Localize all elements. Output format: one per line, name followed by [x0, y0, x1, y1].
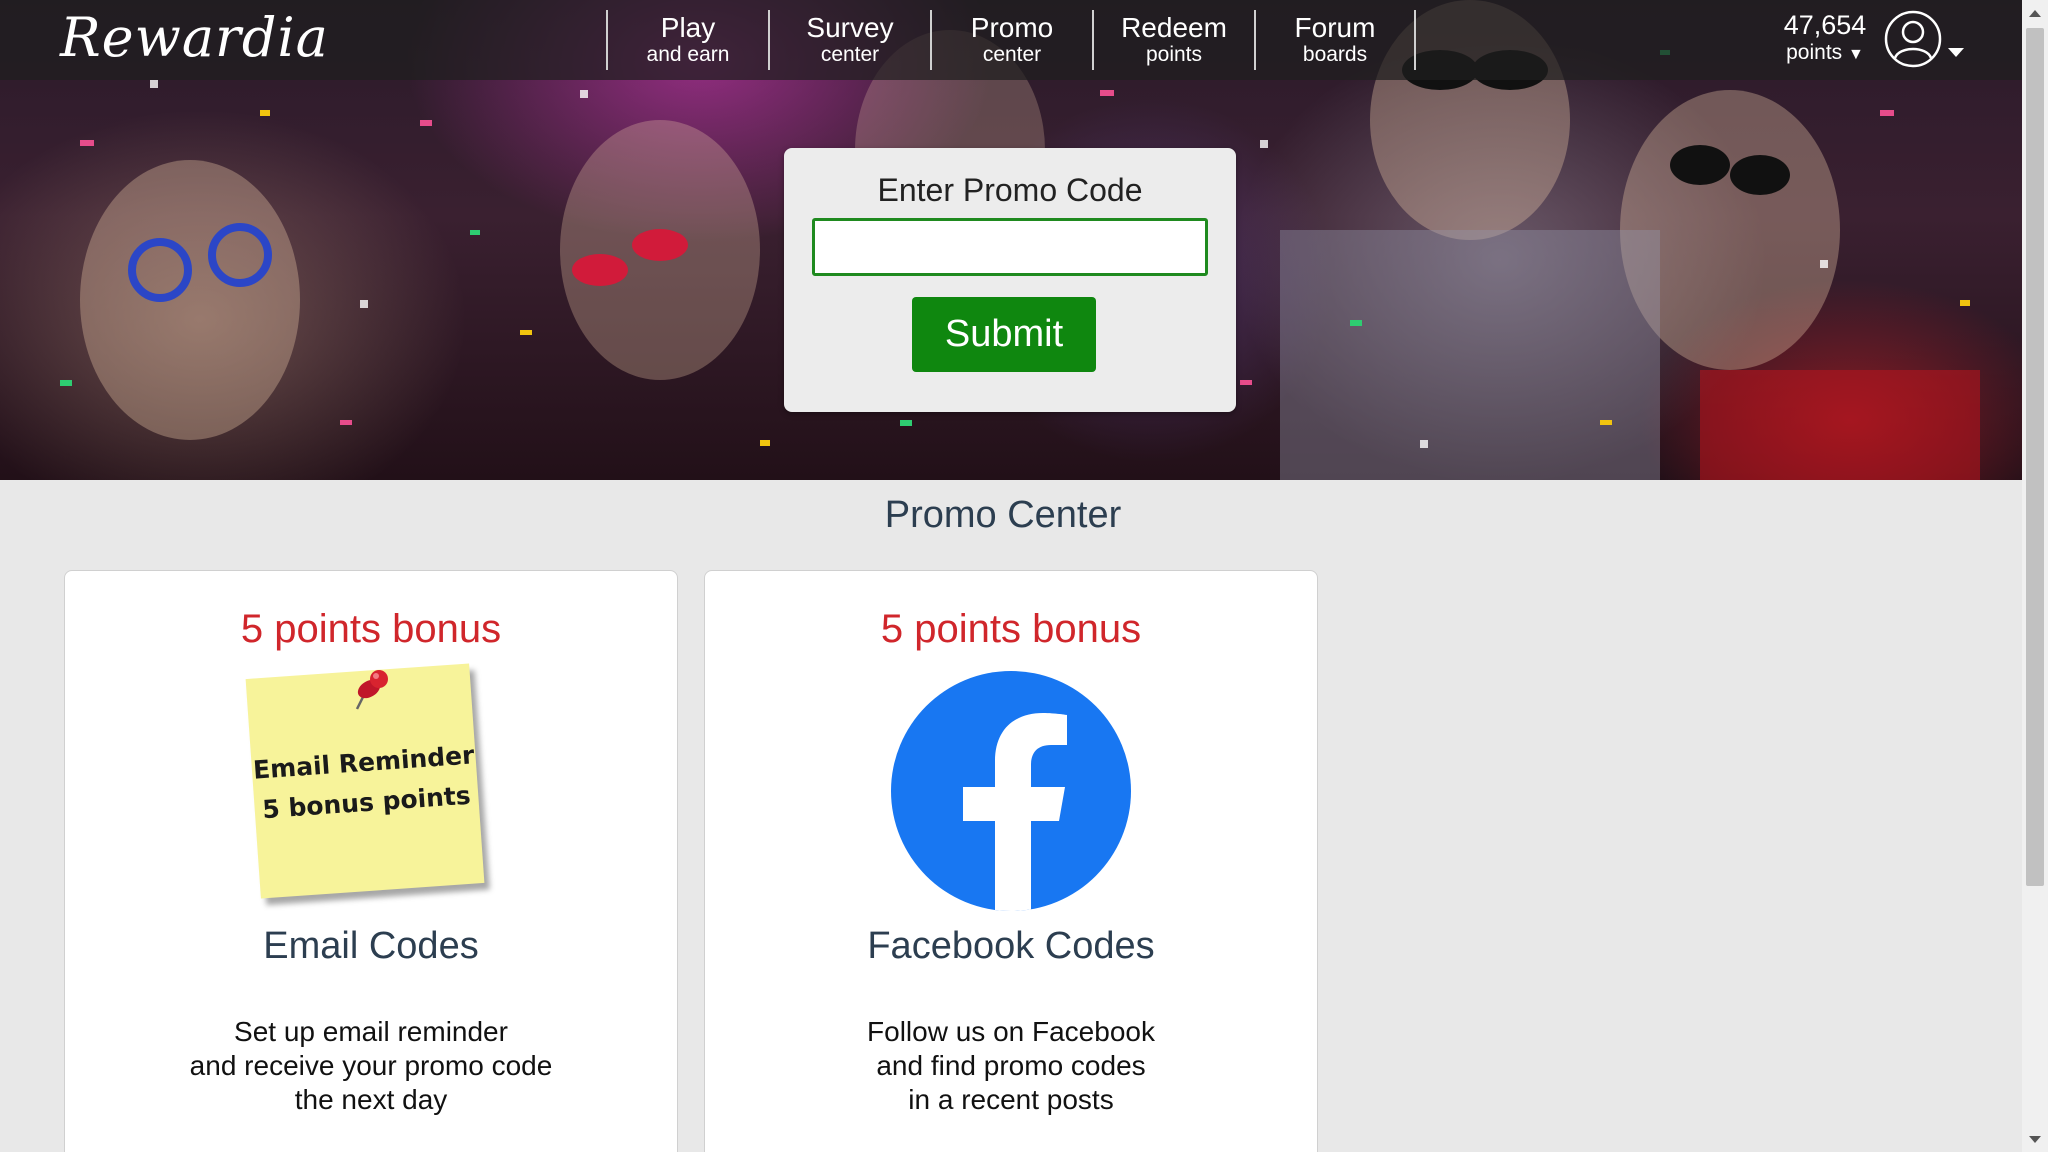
scroll-down-arrow-icon[interactable]: [2029, 1136, 2041, 1143]
scroll-up-arrow-icon[interactable]: [2029, 10, 2041, 17]
email-codes-card[interactable]: 5 points bonus Email Reminder 5 bonus po…: [64, 570, 678, 1152]
main-nav: Play and earn Survey center Promo center…: [606, 10, 1416, 70]
bonus-label: 5 points bonus: [240, 607, 502, 651]
nav-forum[interactable]: Forum boards: [1254, 10, 1416, 70]
nav-survey-label: Survey: [806, 12, 894, 43]
nav-survey-sublabel: center: [820, 43, 880, 66]
top-nav-bar: Rewardia Play and earn Survey center Pro…: [0, 0, 2022, 80]
promo-code-title: Enter Promo Code: [877, 172, 1143, 208]
points-label: points: [1786, 41, 1843, 64]
nav-redeem-sublabel: points: [1145, 43, 1203, 66]
card-title: Email Codes: [263, 925, 479, 967]
user-circle-icon[interactable]: [1884, 10, 1942, 68]
page-title: Promo Center: [884, 494, 1122, 536]
desc-line-3: in a recent posts: [908, 1084, 1114, 1115]
desc-line-2: and receive your promo code: [189, 1050, 553, 1081]
nav-forum-sublabel: boards: [1302, 43, 1368, 66]
nav-play-label: Play: [660, 12, 716, 43]
nav-forum-label: Forum: [1294, 12, 1376, 43]
facebook-logo-icon: [891, 671, 1131, 911]
card-description: Set up email reminder and receive your p…: [65, 1015, 677, 1117]
desc-line-1: Set up email reminder: [234, 1016, 508, 1047]
nav-promo-label: Promo: [970, 12, 1054, 43]
desc-line-2: and find promo codes: [876, 1050, 1146, 1081]
desc-line-1: Follow us on Facebook: [867, 1016, 1155, 1047]
account-caret-down-icon[interactable]: [1948, 48, 1964, 57]
bonus-label: 5 points bonus: [880, 607, 1142, 651]
nav-redeem-label: Redeem: [1121, 12, 1227, 43]
card-description: Follow us on Facebook and find promo cod…: [705, 1015, 1317, 1117]
nav-play-sublabel: and earn: [646, 43, 730, 66]
promo-code-input[interactable]: [812, 218, 1208, 276]
desc-line-3: the next day: [294, 1084, 448, 1115]
submit-button[interactable]: Submit: [912, 297, 1096, 372]
pushpin-icon: [355, 670, 388, 710]
points-value: 47,654: [1783, 10, 1867, 40]
nav-survey[interactable]: Survey center: [768, 10, 930, 70]
nav-play[interactable]: Play and earn: [606, 10, 768, 70]
sticky-note-text: Email Reminder 5 bonus points: [251, 735, 480, 830]
facebook-codes-card[interactable]: 5 points bonus Facebook Codes Follow us …: [704, 570, 1318, 1152]
caret-down-icon: ▼: [1848, 46, 1864, 63]
points-label-row: points ▼: [1770, 40, 1880, 68]
nav-redeem[interactable]: Redeem points: [1092, 10, 1254, 70]
rewardia-logo[interactable]: Rewardia: [60, 6, 329, 69]
points-balance[interactable]: 47,654 points ▼: [1770, 10, 1880, 68]
nav-promo-sublabel: center: [982, 43, 1042, 66]
scroll-thumb[interactable]: [2026, 28, 2044, 886]
nav-promo[interactable]: Promo center: [930, 10, 1092, 70]
vertical-scrollbar[interactable]: [2022, 0, 2048, 1152]
promo-code-form: Enter Promo Code Submit: [784, 148, 1236, 412]
card-title: Facebook Codes: [867, 925, 1155, 967]
